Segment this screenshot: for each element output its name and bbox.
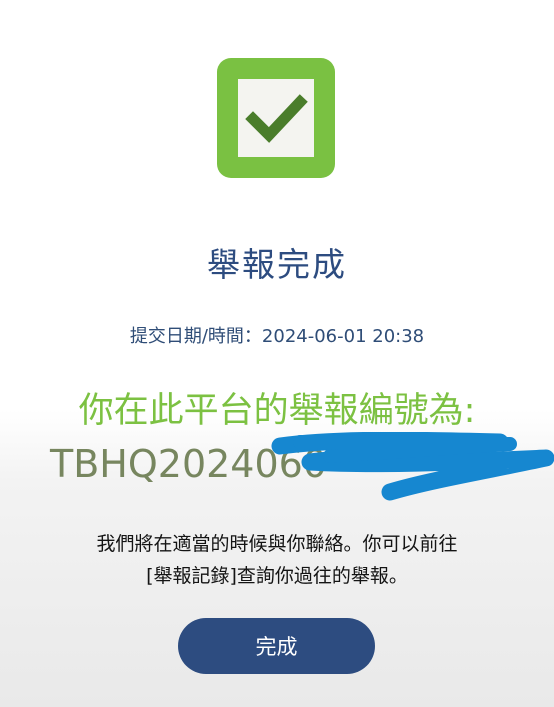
success-check-icon — [217, 58, 335, 178]
submission-datetime: 提交日期/時間：2024-06-01 20:38 — [129, 326, 425, 347]
followup-message: 我們將在適當的時候與你聯絡。你可以前往 [舉報記錄]查詢你過往的舉報。 — [0, 528, 554, 592]
check-icon — [245, 94, 308, 143]
followup-message-line-2: [舉報記錄]查詢你過往的舉報。 — [146, 565, 408, 587]
check-icon-background — [238, 79, 314, 157]
redaction-scribble — [271, 432, 554, 501]
followup-message-line-1: 我們將在適當的時候與你聯絡。你可以前往 — [96, 533, 458, 555]
done-button[interactable]: 完成 — [178, 618, 375, 674]
page-title: 舉報完成 — [207, 245, 347, 284]
report-number-label: 你在此平台的舉報編號為: — [78, 391, 476, 431]
